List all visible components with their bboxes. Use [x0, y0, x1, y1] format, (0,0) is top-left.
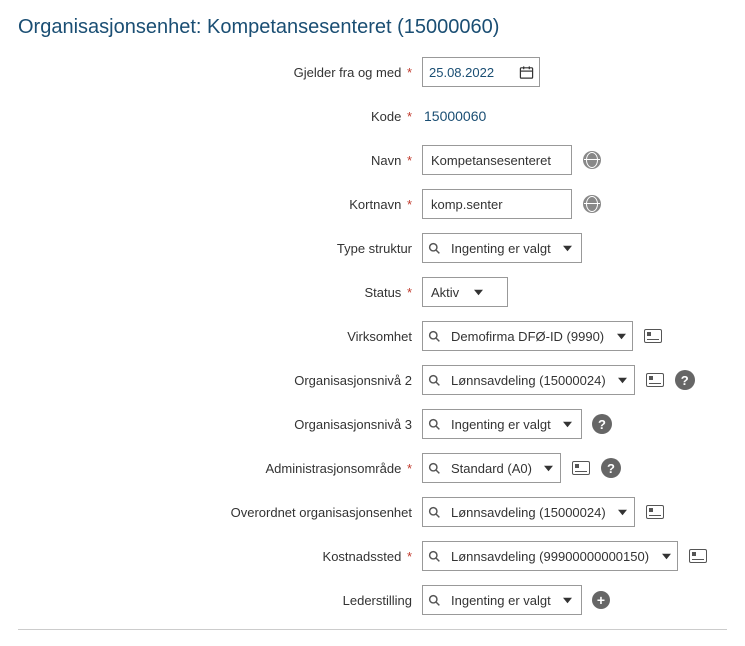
- label-lederstilling: Lederstilling: [12, 593, 422, 608]
- required-mark: *: [407, 461, 412, 476]
- help-icon[interactable]: ?: [601, 458, 621, 478]
- chevron-down-icon: [538, 454, 560, 482]
- required-mark: *: [407, 197, 412, 212]
- admomr-combo[interactable]: Standard (A0): [422, 453, 561, 483]
- typestruktur-combo[interactable]: Ingenting er valgt: [422, 233, 582, 263]
- help-icon[interactable]: ?: [675, 370, 695, 390]
- search-icon: [423, 454, 445, 482]
- orgniv3-combo[interactable]: Ingenting er valgt: [422, 409, 582, 439]
- kortnavn-input[interactable]: [422, 189, 572, 219]
- card-icon[interactable]: [643, 326, 663, 346]
- label-kode: Kode *: [12, 109, 422, 124]
- overordnet-value: Lønnsavdeling (15000024): [445, 498, 612, 526]
- search-icon: [423, 498, 445, 526]
- chevron-down-icon: [610, 322, 632, 350]
- label-orgniv3: Organisasjonsnivå 3: [12, 417, 422, 432]
- kostnadssted-combo[interactable]: Lønnsavdeling (99900000000150): [422, 541, 678, 571]
- kostnadssted-value: Lønnsavdeling (99900000000150): [445, 542, 655, 570]
- required-mark: *: [407, 109, 412, 124]
- label-orgniv2: Organisasjonsnivå 2: [12, 373, 422, 388]
- required-mark: *: [407, 285, 412, 300]
- card-icon[interactable]: [688, 546, 708, 566]
- required-mark: *: [407, 549, 412, 564]
- chevron-down-icon: [467, 278, 489, 306]
- chevron-down-icon: [612, 366, 634, 394]
- search-icon: [423, 410, 445, 438]
- status-value: Aktiv: [423, 278, 467, 306]
- card-icon[interactable]: [571, 458, 591, 478]
- section-divider: [18, 629, 727, 630]
- label-status: Status *: [12, 285, 422, 300]
- chevron-down-icon: [557, 410, 579, 438]
- search-icon: [423, 322, 445, 350]
- label-kortnavn: Kortnavn *: [12, 197, 422, 212]
- label-virksomhet: Virksomhet: [12, 329, 422, 344]
- status-select[interactable]: Aktiv: [422, 277, 508, 307]
- chevron-down-icon: [557, 586, 579, 614]
- label-typestruktur: Type struktur: [12, 241, 422, 256]
- lederstilling-value: Ingenting er valgt: [445, 586, 557, 614]
- virksomhet-value: Demofirma DFØ-ID (9990): [445, 322, 610, 350]
- label-admomr: Administrasjonsområde *: [12, 461, 422, 476]
- search-icon: [423, 542, 445, 570]
- orgniv2-value: Lønnsavdeling (15000024): [445, 366, 612, 394]
- navn-input[interactable]: [422, 145, 572, 175]
- admomr-value: Standard (A0): [445, 454, 538, 482]
- page-title: Organisasjonsenhet: Kompetansesenteret (…: [18, 16, 733, 39]
- search-icon: [423, 234, 445, 262]
- search-icon: [423, 586, 445, 614]
- required-mark: *: [407, 153, 412, 168]
- gjelder-date-input[interactable]: [422, 57, 540, 87]
- chevron-down-icon: [655, 542, 677, 570]
- chevron-down-icon: [612, 498, 634, 526]
- chevron-down-icon: [557, 234, 579, 262]
- calendar-icon[interactable]: [513, 58, 539, 86]
- required-mark: *: [407, 65, 412, 80]
- label-overordnet: Overordnet organisasjonsenhet: [12, 505, 422, 520]
- label-kostnadssted: Kostnadssted *: [12, 549, 422, 564]
- globe-icon[interactable]: [582, 194, 602, 214]
- org-unit-form: Gjelder fra og med * Kode * 15000060 Nav…: [12, 57, 733, 615]
- orgniv3-value: Ingenting er valgt: [445, 410, 557, 438]
- lederstilling-combo[interactable]: Ingenting er valgt: [422, 585, 582, 615]
- add-icon[interactable]: +: [592, 591, 610, 609]
- card-icon[interactable]: [645, 370, 665, 390]
- label-navn: Navn *: [12, 153, 422, 168]
- gjelder-date-text[interactable]: [423, 58, 513, 86]
- typestruktur-value: Ingenting er valgt: [445, 234, 557, 262]
- help-icon[interactable]: ?: [592, 414, 612, 434]
- orgniv2-combo[interactable]: Lønnsavdeling (15000024): [422, 365, 635, 395]
- virksomhet-combo[interactable]: Demofirma DFØ-ID (9990): [422, 321, 633, 351]
- label-gjelder: Gjelder fra og med *: [12, 65, 422, 80]
- kode-value: 15000060: [422, 108, 486, 124]
- globe-icon[interactable]: [582, 150, 602, 170]
- search-icon: [423, 366, 445, 394]
- overordnet-combo[interactable]: Lønnsavdeling (15000024): [422, 497, 635, 527]
- card-icon[interactable]: [645, 502, 665, 522]
